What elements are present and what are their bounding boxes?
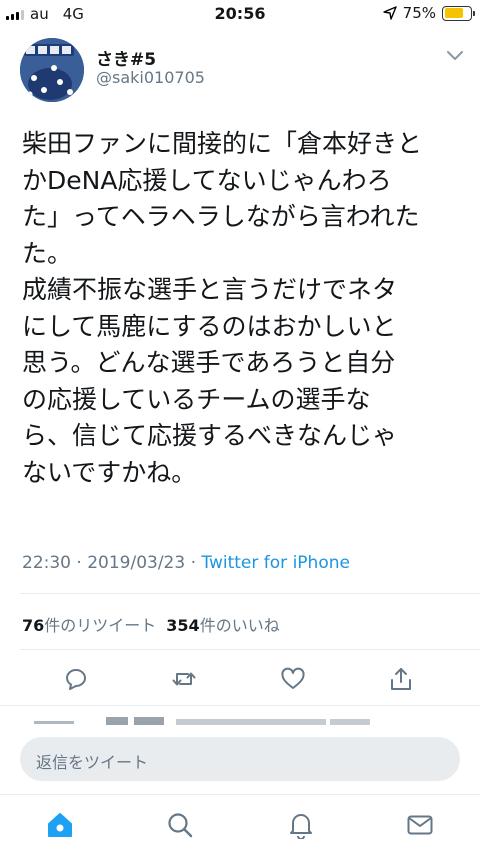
tweet-text-line: ないですかね。 <box>22 457 197 487</box>
retweets-count: 76 <box>22 616 45 635</box>
tweet-stats: 76件のリツイート 354件のいいね <box>22 612 280 636</box>
reply-input[interactable]: 返信をツイート <box>20 737 460 781</box>
battery-level <box>444 8 464 18</box>
tweet-text-line: 柴田ファンに間接的に「倉本好きと <box>22 129 423 158</box>
tab-bar <box>0 794 480 854</box>
status-right: 75% <box>382 4 475 22</box>
likes-count: 354 <box>166 616 200 635</box>
user-handle[interactable]: @saki010705 <box>96 68 205 87</box>
messages-icon[interactable] <box>406 811 434 839</box>
tweet-source-link[interactable]: Twitter for iPhone <box>201 553 350 573</box>
location-icon <box>382 6 397 20</box>
tweet-timestamp: 22:30 · 2019/03/23 · <box>22 553 202 573</box>
tweet-text-line: にして馬鹿にするのはおかしいと <box>22 311 397 341</box>
avatar-image <box>20 38 84 102</box>
share-icon[interactable] <box>388 666 414 692</box>
tweet-text-line: た。 <box>22 238 73 268</box>
likes-stat[interactable]: 354件のいいね <box>166 616 279 635</box>
tweet-meta: 22:30 · 2019/03/23 · Twitter for iPhone <box>22 553 350 573</box>
chevron-down-icon[interactable] <box>446 48 464 62</box>
avatar[interactable] <box>20 38 84 102</box>
status-bar: au 4G 20:56 75% <box>0 0 480 28</box>
reply-placeholder: 返信をツイート <box>36 753 149 772</box>
battery-icon <box>442 5 475 21</box>
divider <box>20 593 480 594</box>
tweet-text-line: の応援しているチームの選手な <box>22 384 371 414</box>
tweet-text-line: 成績不振な選手と言うだけでネタ <box>22 275 398 304</box>
retweet-icon[interactable] <box>171 666 197 692</box>
search-icon[interactable] <box>166 811 194 839</box>
retweets-stat[interactable]: 76件のリツイート <box>22 616 156 635</box>
home-icon[interactable] <box>46 811 74 839</box>
notifications-icon[interactable] <box>287 811 315 839</box>
battery-percentage: 75% <box>402 4 436 22</box>
like-icon[interactable] <box>280 666 306 692</box>
tweet-text: 柴田ファンに間接的に「倉本好きと かDeNA応援してないじゃんわろ た」ってヘラ… <box>22 126 470 491</box>
tweet-text-line: ら、信じて応援するべきなんじゃ <box>22 421 398 450</box>
partial-reply-preview <box>34 717 370 725</box>
partial-reply-row <box>20 712 460 726</box>
divider <box>20 649 480 650</box>
retweets-label: 件のリツイート <box>44 616 157 635</box>
display-name[interactable]: さき#5 <box>96 45 156 70</box>
tweet-text-line: かDeNA応援してないじゃんわろ <box>22 165 392 195</box>
divider <box>0 705 480 706</box>
tweet-text-line: た」ってヘラヘラしながら言われた <box>22 202 420 231</box>
tweet-text-line: 思う。どんな選手であろうと自分 <box>22 348 396 377</box>
likes-label: 件のいいね <box>199 616 280 635</box>
reply-icon[interactable] <box>63 666 89 692</box>
